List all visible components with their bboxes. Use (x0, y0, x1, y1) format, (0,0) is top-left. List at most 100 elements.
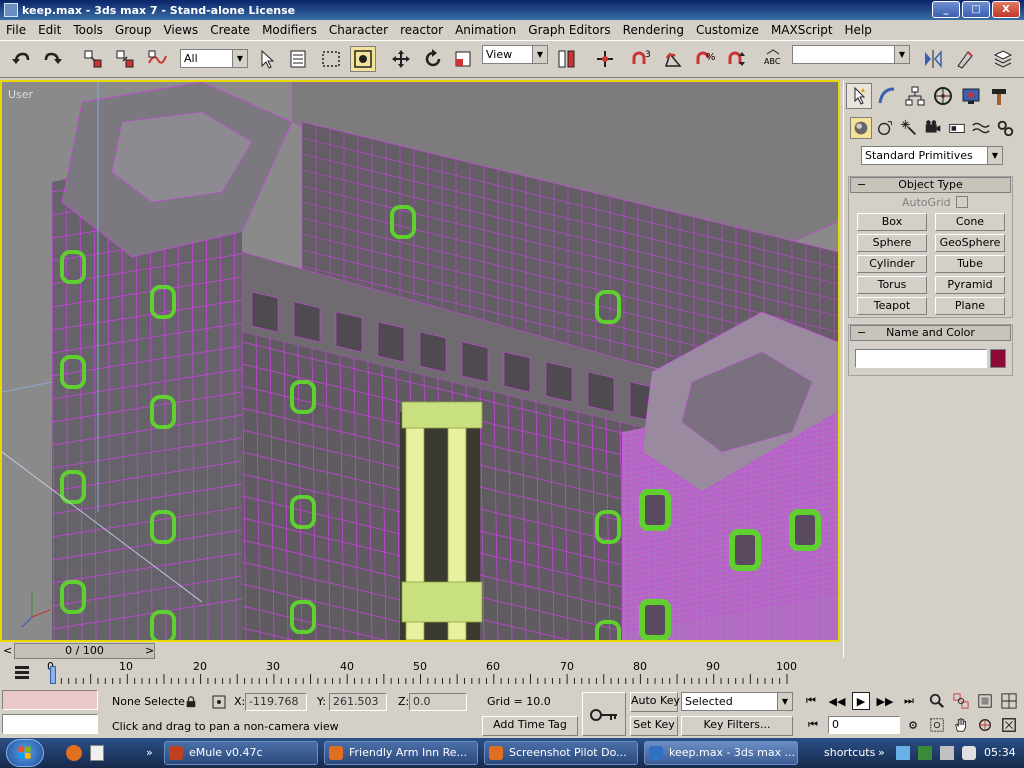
maximize-viewport-icon[interactable] (1000, 716, 1018, 734)
task-firefox-screenshot-pilot[interactable]: Screenshot Pilot Do... (484, 741, 638, 765)
space-warps-category-button[interactable] (970, 117, 992, 139)
tray-security-icon[interactable] (940, 746, 954, 760)
start-button[interactable] (6, 739, 44, 767)
track-bar[interactable]: 0 10 20 30 40 50 60 70 80 90 100 (0, 660, 840, 688)
geometry-category-button[interactable] (850, 117, 872, 139)
quicklaunch-chevron[interactable]: » (146, 738, 153, 768)
auto-key-button[interactable]: Auto Key (630, 692, 680, 712)
cameras-category-button[interactable] (922, 117, 944, 139)
track-bar-toggle-icon[interactable] (12, 662, 32, 682)
go-to-start-icon[interactable]: ⏮ (802, 692, 820, 710)
maxscript-output-mini[interactable] (2, 714, 98, 734)
tab-motion[interactable] (930, 83, 956, 109)
y-coordinate-field[interactable]: 261.503 (329, 693, 387, 711)
region-zoom-icon[interactable] (928, 716, 946, 734)
tray-volume-icon[interactable] (962, 746, 976, 760)
time-next-button[interactable]: > (145, 643, 154, 659)
named-selection-dropdown[interactable]: ▼ (792, 45, 910, 64)
spinner-snap-button[interactable] (724, 46, 750, 72)
rectangular-selection-button[interactable] (318, 46, 344, 72)
box-button[interactable]: Box (857, 213, 927, 231)
time-prev-button[interactable]: < (3, 643, 12, 659)
object-name-input[interactable] (855, 349, 987, 368)
tab-utilities[interactable] (986, 83, 1012, 109)
castle-keep-mesh[interactable] (2, 82, 838, 640)
cylinder-button[interactable]: Cylinder (857, 255, 927, 273)
absolute-mode-icon[interactable] (210, 693, 228, 711)
menu-rendering[interactable]: Rendering (617, 23, 690, 37)
percent-snap-button[interactable]: % (692, 46, 718, 72)
sphere-button[interactable]: Sphere (857, 234, 927, 252)
close-button[interactable]: X (992, 1, 1020, 18)
zoom-extents-all-icon[interactable] (1000, 692, 1018, 710)
snaps-toggle-button[interactable]: 3 (628, 46, 654, 72)
menu-animation[interactable]: Animation (449, 23, 522, 37)
plane-button[interactable]: Plane (935, 297, 1005, 315)
tray-network-icon[interactable] (896, 746, 910, 760)
current-frame-field[interactable]: 0 (828, 716, 900, 734)
pyramid-button[interactable]: Pyramid (935, 276, 1005, 294)
use-pivot-center-button[interactable] (554, 46, 580, 72)
key-mode-toggle-icon[interactable]: ⏮ (804, 716, 822, 734)
tray-app-icon[interactable] (918, 746, 932, 760)
zoom-extents-icon[interactable] (976, 692, 994, 710)
menu-customize[interactable]: Customize (690, 23, 765, 37)
teapot-button[interactable]: Teapot (857, 297, 927, 315)
viewport-label[interactable]: User (8, 88, 33, 101)
arc-rotate-icon[interactable] (976, 716, 994, 734)
geosphere-button[interactable]: GeoSphere (935, 234, 1005, 252)
systems-category-button[interactable] (994, 117, 1016, 139)
menu-edit[interactable]: Edit (32, 23, 67, 37)
object-type-rollout-header[interactable]: − Object Type (850, 177, 1011, 193)
menu-tools[interactable]: Tools (67, 23, 109, 37)
menu-maxscript[interactable]: MAXScript (765, 23, 839, 37)
minimize-button[interactable]: _ (932, 1, 960, 18)
select-object-button[interactable] (254, 46, 280, 72)
menu-views[interactable]: Views (157, 23, 204, 37)
maximize-button[interactable]: □ (962, 1, 990, 18)
tab-modify[interactable] (874, 83, 900, 109)
menu-graph-editors[interactable]: Graph Editors (522, 23, 616, 37)
notepad-quicklaunch-icon[interactable] (90, 745, 104, 761)
time-slider[interactable]: 0 / 100 (14, 643, 155, 659)
zoom-all-icon[interactable] (952, 692, 970, 710)
primitive-category-dropdown[interactable]: Standard Primitives ▼ (861, 146, 1003, 165)
pan-hand-icon[interactable] (952, 716, 970, 734)
clock[interactable]: 05:34 (984, 738, 1016, 768)
reference-coordinate-dropdown[interactable]: View ▼ (482, 45, 548, 64)
autogrid-checkbox[interactable] (956, 196, 968, 208)
window-crossing-button[interactable] (350, 46, 376, 72)
time-configuration-icon[interactable]: ⚙ (904, 716, 922, 734)
tray-chevron[interactable]: » (878, 738, 885, 768)
cone-button[interactable]: Cone (935, 213, 1005, 231)
lights-category-button[interactable] (898, 117, 920, 139)
menu-group[interactable]: Group (109, 23, 158, 37)
lock-selection-icon[interactable] (182, 693, 200, 711)
task-firefox-friendly-arm[interactable]: Friendly Arm Inn Re... (324, 741, 478, 765)
bind-space-warp-button[interactable] (144, 46, 170, 72)
select-and-move-button[interactable] (388, 46, 414, 72)
next-frame-icon[interactable]: ▶▶ (876, 692, 894, 710)
key-mode-dropdown[interactable]: Selected ▼ (681, 692, 793, 711)
menu-character[interactable]: Character (323, 23, 394, 37)
menu-create[interactable]: Create (204, 23, 256, 37)
tab-display[interactable] (958, 83, 984, 109)
undo-button[interactable] (8, 46, 34, 72)
menu-help[interactable]: Help (839, 23, 878, 37)
play-icon[interactable]: ▶ (852, 692, 870, 710)
select-and-link-button[interactable] (80, 46, 106, 72)
shapes-category-button[interactable] (874, 117, 896, 139)
shortcuts-toolbar-label[interactable]: shortcuts (824, 738, 875, 768)
tab-create[interactable] (846, 83, 872, 109)
zoom-icon[interactable] (928, 692, 946, 710)
previous-frame-icon[interactable]: ◀◀ (828, 692, 846, 710)
maxscript-listener-mini[interactable] (2, 690, 98, 710)
unlink-selection-button[interactable] (112, 46, 138, 72)
name-and-color-rollout-header[interactable]: − Name and Color (850, 325, 1011, 341)
go-to-end-icon[interactable]: ⏭ (900, 692, 918, 710)
angle-snap-button[interactable] (660, 46, 686, 72)
layer-manager-button[interactable] (990, 46, 1016, 72)
torus-button[interactable]: Torus (857, 276, 927, 294)
object-color-swatch[interactable] (990, 349, 1006, 368)
task-emule[interactable]: eMule v0.47c (164, 741, 318, 765)
